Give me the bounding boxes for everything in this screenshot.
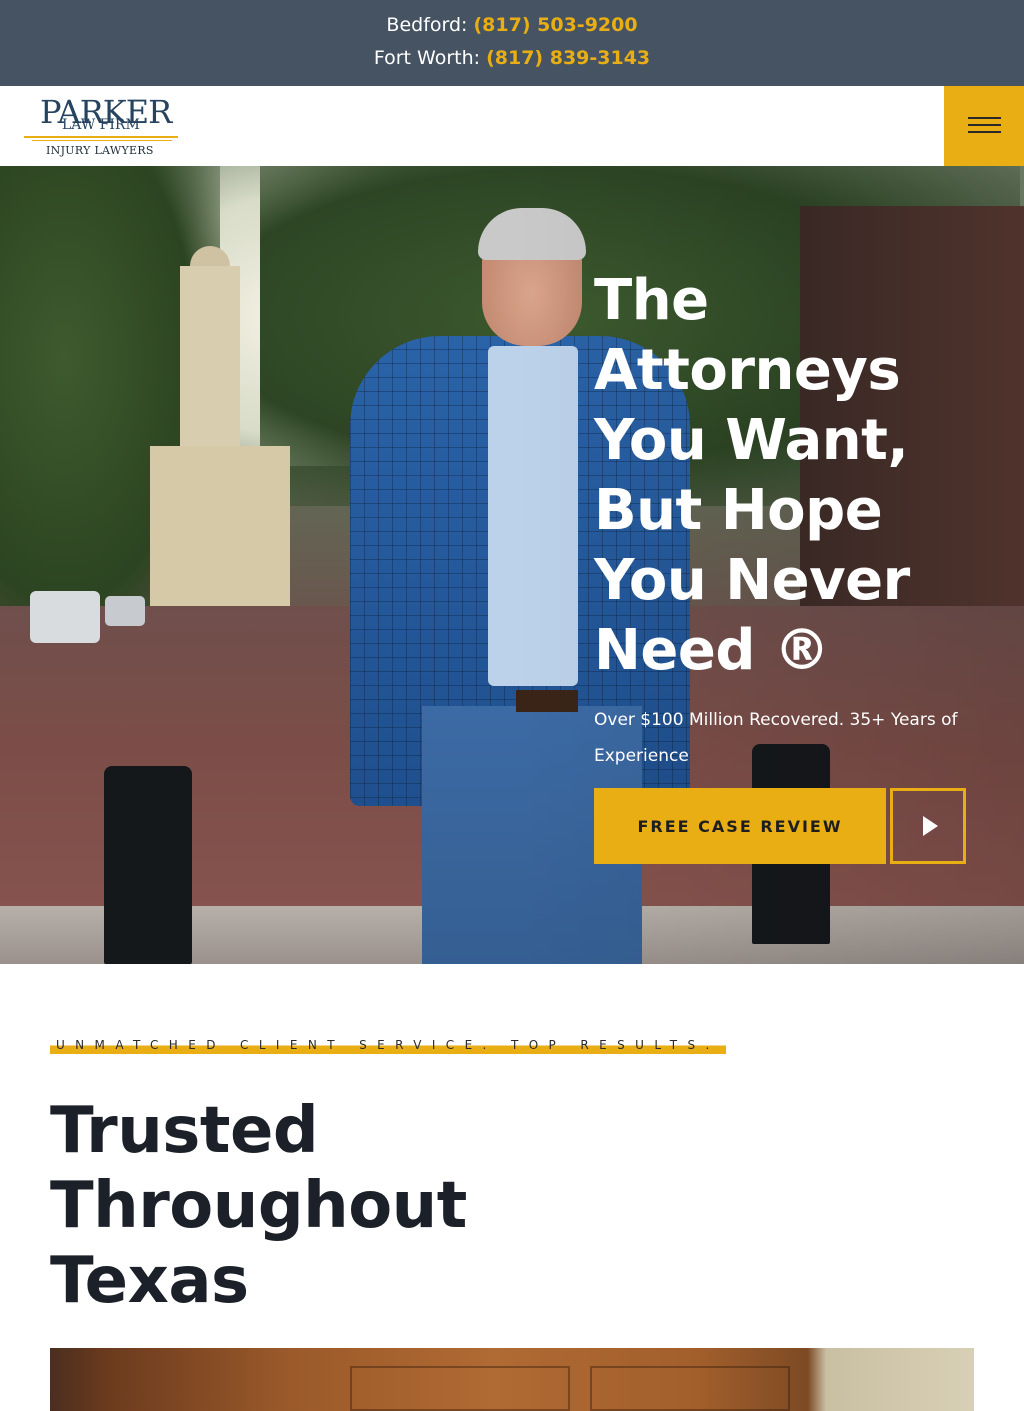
fortworth-label: Fort Worth: [373,47,481,69]
logo-law-firm: LAW FIRM [62,117,140,133]
fortworth-contact: Fort Worth: (817) 839-3143 [0,47,1024,69]
hero-cta-row: FREE CASE REVIEW [594,788,966,864]
play-icon [922,816,938,836]
fortworth-phone-link[interactable]: (817) 839-3143 [486,47,650,69]
office-photo [50,1348,974,1411]
bedford-contact: Bedford: (817) 503-9200 [0,14,1024,36]
hamburger-menu-icon-bar [968,131,1001,133]
free-case-review-button[interactable]: FREE CASE REVIEW [594,788,886,864]
hamburger-menu-icon [968,117,1001,119]
hero-title: The Attorneys You Want, But Hope You Nev… [594,268,910,683]
logo-tagline: INJURY LAWYERS [46,144,154,157]
door-panel [590,1366,790,1411]
hero-subtitle: Over $100 Million Recovered. 35+ Years o… [594,710,958,766]
bedford-phone-link[interactable]: (817) 503-9200 [474,14,638,36]
top-contact-bar: Bedford: (817) 503-9200 Fort Worth: (817… [0,0,1024,86]
bedford-label: Bedford: [386,14,468,36]
site-header: PARKER LAW FIRM INJURY LAWYERS [0,86,1024,166]
logo-rule-thin [32,140,172,141]
logo-rule [24,136,178,138]
site-logo[interactable]: PARKER LAW FIRM INJURY LAWYERS [24,96,180,158]
section-kicker: UNMATCHED CLIENT SERVICE. TOP RESULTS. [50,1036,726,1054]
section-title: Trusted Throughout Texas [50,1094,467,1318]
hero-section: The Attorneys You Want, But Hope You Nev… [0,166,1024,964]
play-video-button[interactable] [890,788,966,864]
hero-copy: The Attorneys You Want, But Hope You Nev… [594,266,994,864]
door-panel [350,1366,570,1411]
hamburger-menu-icon-bar [968,124,1001,126]
hamburger-menu-button[interactable] [944,86,1024,166]
